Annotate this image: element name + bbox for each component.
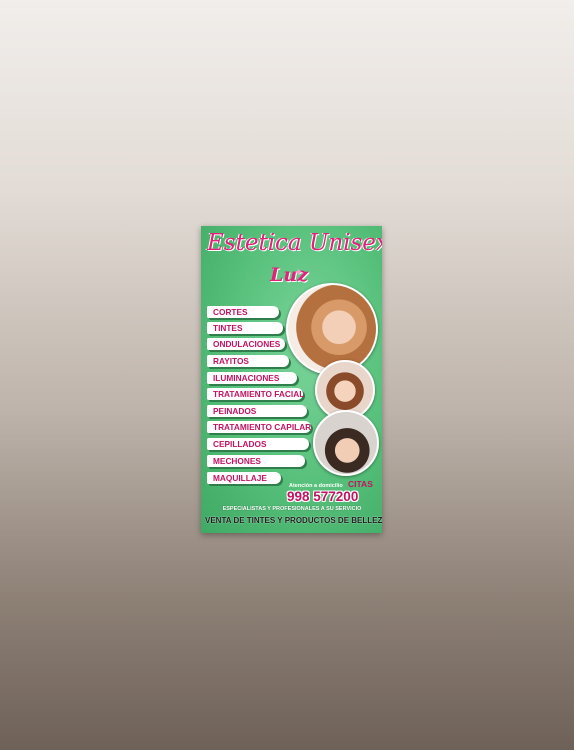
man-photo [313, 410, 379, 476]
salon-title: Estetica Unisex [207, 230, 382, 256]
flyer-image: Estetica Unisex Luz ✦ CORTES TINTES ONDU… [201, 226, 382, 533]
salon-subtitle: Luz [270, 264, 308, 286]
service-item: ONDULACIONES [207, 338, 285, 350]
service-item: TRATAMIENTO CAPILAR [207, 421, 311, 433]
appointments-label: CITAS [348, 479, 373, 489]
tagline: ESPECIALISTAS Y PROFESIONALES A SU SERVI… [222, 506, 362, 512]
service-item: MECHONES [207, 455, 305, 467]
service-item: TRATAMIENTO FACIAL [207, 388, 304, 400]
footer-banner: VENTA DE TINTES Y PRODUCTOS DE BELLEZA [205, 516, 382, 525]
sparkle-icon: ✦ [294, 267, 304, 279]
service-item: MAQUILLAJE [207, 472, 281, 484]
service-item: TINTES [207, 322, 283, 334]
woman-photo [286, 283, 378, 375]
service-item: ILUMINACIONES [207, 372, 297, 384]
service-item: CORTES [207, 306, 279, 318]
service-item: PEINADOS [207, 405, 307, 417]
service-item: CEPILLADOS [207, 438, 309, 450]
phone-number: 998 577200 [287, 489, 359, 504]
service-item: RAYITOS [207, 355, 289, 367]
